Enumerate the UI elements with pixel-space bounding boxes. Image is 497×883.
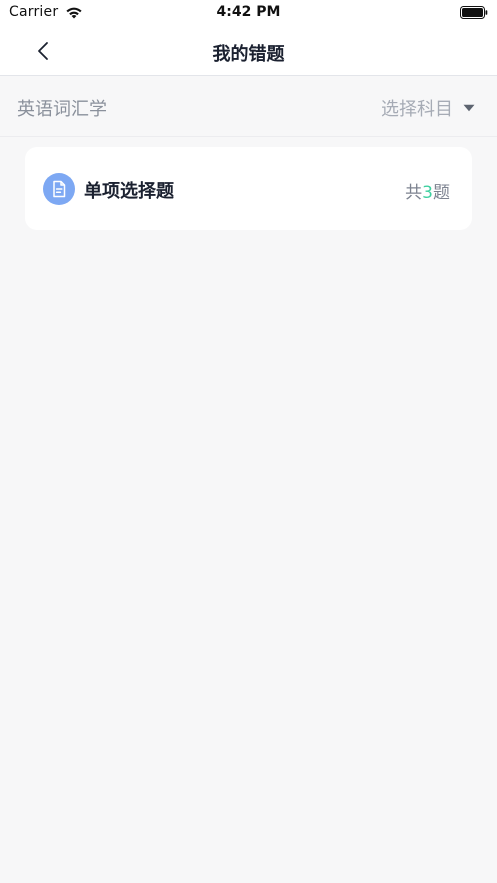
count-prefix: 共 bbox=[405, 183, 423, 203]
question-count: 共3题 bbox=[405, 178, 450, 203]
count-number: 3 bbox=[422, 183, 433, 203]
battery-icon bbox=[460, 6, 488, 19]
question-type-title: 单项选择题 bbox=[84, 181, 174, 202]
select-subject-dropdown[interactable]: 选择科目 bbox=[381, 95, 475, 121]
clock: 4:42 PM bbox=[216, 4, 281, 20]
navigation-bar: 我的错题 bbox=[0, 26, 497, 76]
document-icon bbox=[43, 173, 75, 205]
caret-down-icon bbox=[463, 104, 475, 112]
page-title: 我的错题 bbox=[212, 44, 285, 65]
select-subject-label: 选择科目 bbox=[381, 99, 453, 120]
question-type-card[interactable]: 单项选择题 共3题 bbox=[25, 147, 472, 230]
count-suffix: 题 bbox=[433, 183, 450, 203]
current-subject-label: 英语词汇学 bbox=[17, 99, 107, 120]
subject-filter-bar: 英语词汇学 选择科目 bbox=[0, 77, 497, 137]
status-bar: Carrier 4:42 PM bbox=[0, 0, 497, 26]
